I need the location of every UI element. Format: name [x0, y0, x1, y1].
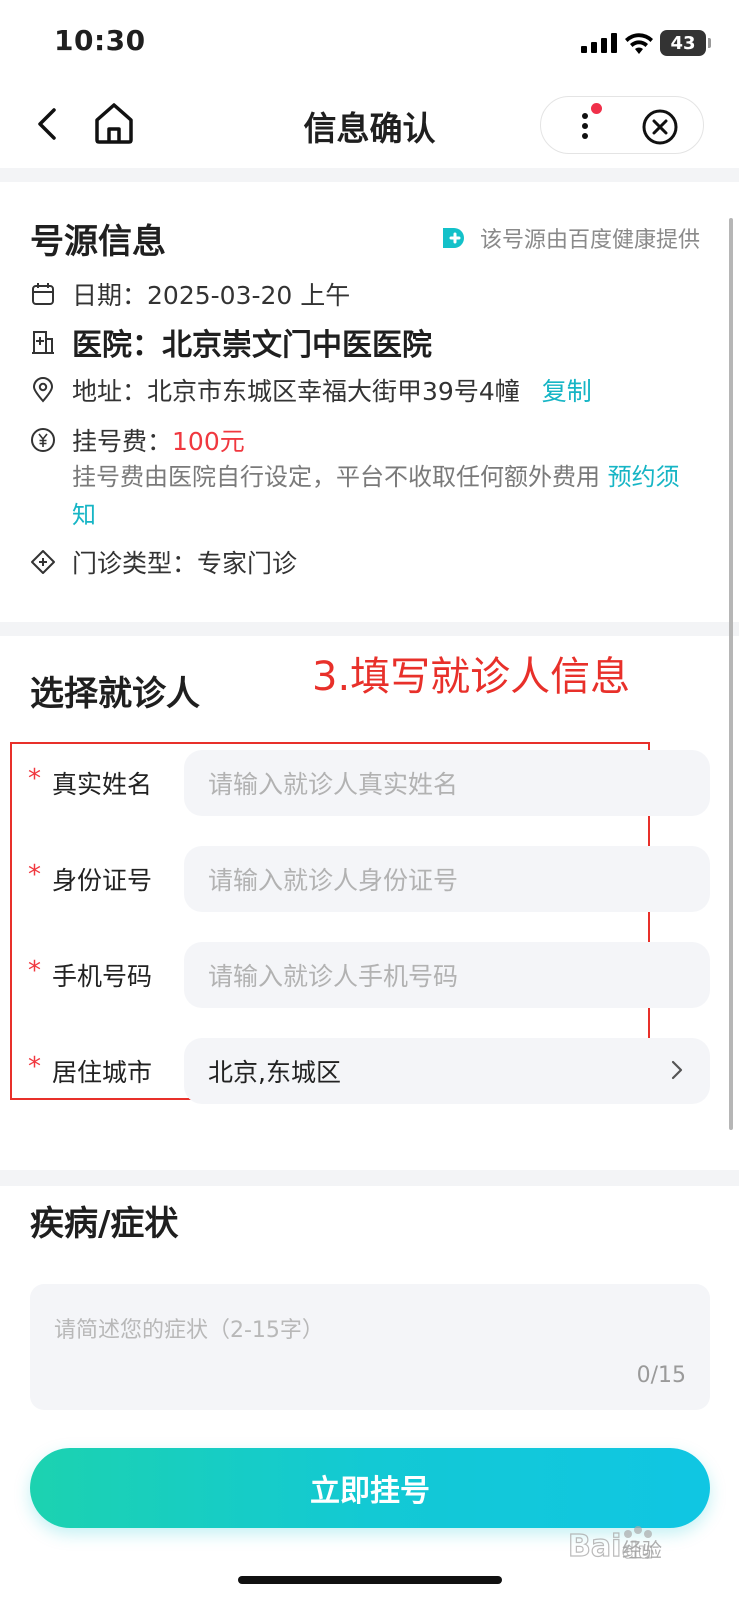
required-mark: * — [28, 1052, 41, 1082]
clinic-type-row: 门诊类型： 专家门诊 — [30, 544, 297, 580]
patient-card: 选择就诊人 3.填写就诊人信息 * 真实姓名 请输入就诊人真实姓名 * 身份证号… — [0, 636, 739, 1170]
annotation-text: 3.填写就诊人信息 — [312, 654, 631, 700]
location-pin-icon — [32, 377, 54, 403]
address-label: 地址： — [72, 377, 148, 406]
phone-label: 手机号码 — [52, 962, 153, 991]
id-number-input[interactable]: 请输入就诊人身份证号 — [184, 846, 710, 912]
status-bar: 10:30 43 — [0, 0, 739, 80]
city-label: 居住城市 — [52, 1058, 153, 1087]
source-info-title: 号源信息 — [30, 222, 166, 262]
city-select[interactable]: 北京,东城区 — [184, 1038, 710, 1104]
mini-program-capsule — [540, 96, 704, 154]
source-info-card: 号源信息 该号源由百度健康提供 日期： 2025-03-20 上午 医院： 北京… — [0, 182, 739, 622]
notification-dot — [591, 103, 602, 114]
fee-row: 挂号费： 100元 — [30, 422, 245, 458]
home-indicator — [238, 1576, 502, 1584]
svg-text:Bai: Bai — [568, 1529, 621, 1564]
baidu-health-icon — [443, 228, 464, 248]
diamond-plus-icon — [31, 550, 55, 574]
name-field-row: * 真实姓名 请输入就诊人真实姓名 — [0, 750, 739, 816]
symptoms-placeholder: 请简述您的症状（2-15字） — [54, 1318, 324, 1343]
required-mark: * — [28, 860, 41, 890]
phone-input[interactable]: 请输入就诊人手机号码 — [184, 942, 710, 1008]
fee-label: 挂号费： — [72, 427, 173, 456]
id-label: 身份证号 — [52, 866, 153, 895]
calendar-icon — [32, 283, 54, 305]
watermark-text: 经验 — [622, 1538, 662, 1562]
hospital-row: 医院： 北京崇文门中医医院 — [30, 320, 432, 364]
chevron-right-icon — [671, 1060, 683, 1080]
close-icon[interactable] — [641, 108, 679, 146]
city-field-row: * 居住城市 北京,东城区 — [0, 1038, 739, 1104]
status-time: 10:30 — [54, 24, 146, 57]
address-row: 地址： 北京市东城区幸福大街甲39号4幢 复制 — [30, 372, 592, 408]
clinic-type-label: 门诊类型： — [72, 549, 198, 578]
provider-note: 该号源由百度健康提供 — [440, 222, 700, 254]
symptoms-textarea[interactable]: 请简述您的症状（2-15字） 0/15 — [30, 1284, 710, 1410]
city-value: 北京,东城区 — [208, 1058, 341, 1087]
copy-link[interactable]: 复制 — [542, 372, 592, 408]
clinic-type-value: 专家门诊 — [197, 549, 298, 578]
fee-note-text: 挂号费由医院自行设定，平台不收取任何额外费用 — [72, 463, 600, 491]
name-label: 真实姓名 — [52, 770, 153, 799]
nav-bar: 信息确认 — [0, 80, 739, 168]
battery-icon: 43 — [660, 30, 711, 56]
signal-icon — [581, 33, 617, 53]
fee-value: 100元 — [172, 427, 245, 456]
register-button[interactable]: 立即挂号 — [30, 1448, 710, 1528]
more-icon[interactable] — [575, 109, 595, 143]
id-field-row: * 身份证号 请输入就诊人身份证号 — [0, 846, 739, 912]
wifi-icon — [625, 33, 653, 54]
scrollbar[interactable] — [729, 218, 733, 1130]
hospital-icon — [32, 331, 54, 354]
date-value: 2025-03-20 上午 — [147, 281, 351, 310]
hospital-label: 医院： — [72, 328, 162, 363]
name-input[interactable]: 请输入就诊人真实姓名 — [184, 750, 710, 816]
phone-field-row: * 手机号码 请输入就诊人手机号码 — [0, 942, 739, 1008]
required-mark: * — [28, 956, 41, 986]
date-row: 日期： 2025-03-20 上午 — [30, 276, 350, 312]
yuan-icon — [31, 428, 55, 452]
required-mark: * — [28, 764, 41, 794]
char-counter: 0/15 — [636, 1363, 686, 1388]
address-value: 北京市东城区幸福大街甲39号4幢 — [147, 377, 520, 406]
date-label: 日期： — [72, 281, 148, 310]
fee-note: 挂号费由医院自行设定，平台不收取任何额外费用 预约须知 — [72, 458, 692, 534]
symptoms-title: 疾病/症状 — [30, 1204, 179, 1244]
patient-title: 选择就诊人 — [30, 674, 200, 714]
provider-text: 该号源由百度健康提供 — [480, 228, 701, 253]
hospital-value: 北京崇文门中医医院 — [162, 328, 432, 363]
